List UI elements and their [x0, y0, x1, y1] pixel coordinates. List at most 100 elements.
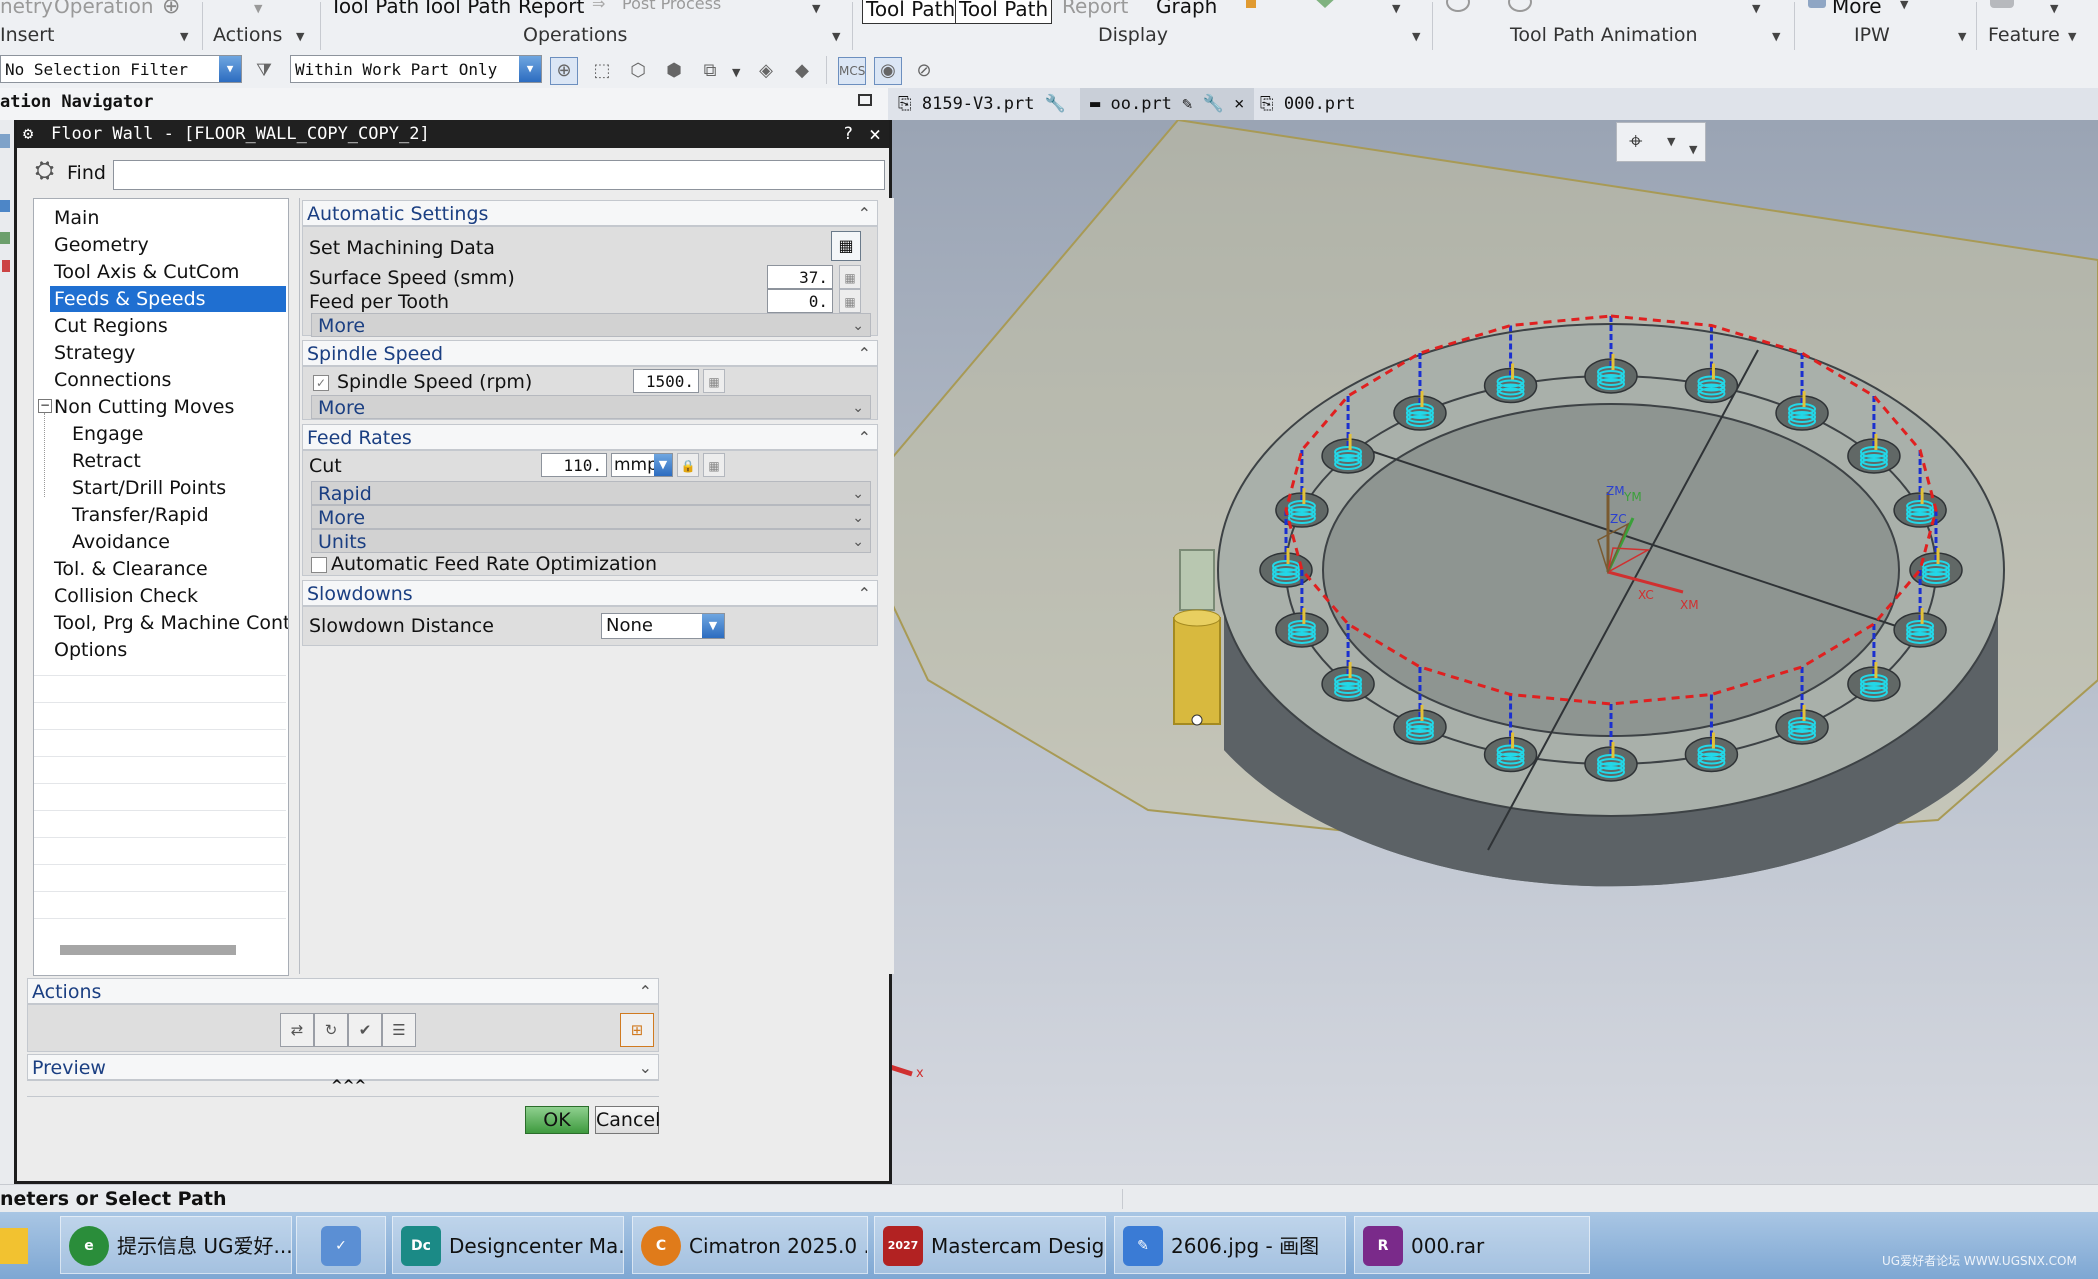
- ribbon-btn-graph[interactable]: Graph: [1156, 0, 1217, 18]
- chevron-down-icon[interactable]: ▼: [654, 454, 672, 476]
- folder-icon[interactable]: [0, 1228, 28, 1264]
- tool-icon[interactable]: [1246, 0, 1256, 8]
- chevron-down-icon[interactable]: ▼: [702, 614, 724, 638]
- select-box-icon[interactable]: ⬚: [588, 57, 616, 85]
- chevron-down-icon[interactable]: ▼: [1772, 30, 1780, 43]
- spindle-speed-checkbox[interactable]: ✓: [313, 375, 329, 391]
- chevron-down-icon[interactable]: ⌄: [852, 482, 864, 506]
- selection-filter-combo[interactable]: No Selection Filter ▼: [0, 55, 242, 83]
- ribbon-label-operation[interactable]: Operation: [54, 0, 154, 18]
- list-icon[interactable]: ☰: [382, 1013, 416, 1047]
- taskbar-item-cimatron[interactable]: C Cimatron 2025.0 ...: [632, 1216, 868, 1274]
- calculator-icon[interactable]: ▦: [839, 265, 861, 289]
- chevron-up-icon[interactable]: ⌃: [858, 581, 871, 607]
- calculator-icon[interactable]: ▦: [703, 453, 725, 477]
- doc-tab-active[interactable]: ▬ oo.prt ✎ 🔧 ×: [1080, 88, 1255, 120]
- cut-feed-input[interactable]: 110. 0000: [541, 453, 607, 499]
- cancel-button[interactable]: Cancel: [595, 1106, 660, 1134]
- tree-item-feeds-speeds[interactable]: Feeds & Speeds: [50, 286, 286, 312]
- taskbar-item-notes[interactable]: ✓: [296, 1216, 386, 1274]
- view-cube-icon[interactable]: ◆: [788, 57, 816, 85]
- chevron-down-icon[interactable]: ▼: [1752, 2, 1760, 15]
- calculator-icon[interactable]: ▦: [839, 289, 861, 313]
- doc-tab[interactable]: ⎘ 000.prt: [1250, 88, 1366, 120]
- section-actions[interactable]: Actions ⌃: [27, 978, 659, 1004]
- chevron-down-icon[interactable]: ▼: [1900, 0, 1908, 11]
- ribbon-btn-replay-tool-path[interactable]: Tool Path: [955, 0, 1053, 24]
- close-button[interactable]: ×: [869, 120, 881, 148]
- section-slowdowns[interactable]: Slowdowns ⌃: [302, 580, 878, 606]
- feed-per-tooth-input[interactable]: 0. 0183: [767, 289, 833, 335]
- feed-rates-units[interactable]: Units ⌄: [311, 529, 871, 553]
- tree-item-engage[interactable]: Engage: [72, 421, 144, 447]
- ribbon-btn-verify-tool-path[interactable]: Tool Path: [422, 0, 511, 18]
- surface-speed-input[interactable]: 37. 6991: [767, 265, 833, 311]
- section-preview[interactable]: Preview ⌄: [27, 1054, 659, 1080]
- chevron-down-icon[interactable]: ▼: [254, 2, 262, 15]
- auto-feed-optimization-checkbox[interactable]: [311, 557, 327, 573]
- taskbar-item-winrar[interactable]: R 000.rar: [1354, 1216, 1590, 1274]
- ribbon-btn-display-tool-path[interactable]: Tool Path: [862, 0, 960, 24]
- ok-button[interactable]: OK: [525, 1106, 589, 1134]
- maximize-icon[interactable]: [858, 94, 872, 106]
- help-button[interactable]: ?: [843, 120, 853, 148]
- machining-data-table-icon[interactable]: ▦: [831, 231, 861, 261]
- section-automatic-settings[interactable]: Automatic Settings ⌃: [302, 200, 878, 226]
- tree-item-collision-check[interactable]: Collision Check: [54, 583, 198, 609]
- verify-icon[interactable]: ✔: [348, 1013, 382, 1047]
- wrench-icon[interactable]: 🔧: [1045, 94, 1066, 114]
- select-polygon-icon[interactable]: ⬡: [624, 57, 652, 85]
- chevron-up-icon[interactable]: ⌃: [858, 341, 871, 367]
- filter-icon[interactable]: ⧩: [250, 57, 278, 85]
- ribbon-btn-more[interactable]: More: [1832, 0, 1882, 18]
- feed-rates-rapid[interactable]: Rapid ⌄: [311, 481, 871, 505]
- ribbon-btn-generate-tool-path[interactable]: Tool Path: [330, 0, 419, 18]
- ribbon-btn-report-dim[interactable]: Report: [1062, 0, 1128, 18]
- ribbon-label-geometry[interactable]: netry: [0, 0, 53, 18]
- section-feed-rates[interactable]: Feed Rates ⌃: [302, 424, 878, 450]
- chevron-down-icon[interactable]: ▼: [180, 30, 188, 43]
- section-spindle-speed[interactable]: Spindle Speed ⌃: [302, 340, 878, 366]
- navigator-icon[interactable]: [0, 200, 10, 212]
- tree-item-start-drill-points[interactable]: Start/Drill Points: [72, 475, 226, 501]
- ipw-icon[interactable]: [1808, 0, 1826, 8]
- expand-dialog-button[interactable]: ^^^: [331, 1078, 366, 1094]
- chevron-up-icon[interactable]: ⌃: [858, 425, 871, 451]
- cut-unit-select[interactable]: mmpr ▼: [611, 453, 673, 477]
- add-icon[interactable]: ⊕: [162, 0, 180, 19]
- chevron-down-icon[interactable]: ⌄: [852, 530, 864, 554]
- material-icon[interactable]: [1312, 0, 1338, 8]
- animation-stop-icon[interactable]: [1446, 0, 1470, 12]
- replay-icon[interactable]: ↻: [314, 1013, 348, 1047]
- tree-item-main[interactable]: Main: [54, 205, 99, 231]
- doc-tab[interactable]: ⎘ 8159-V3.prt 🔧: [888, 88, 1076, 120]
- chevron-down-icon[interactable]: ▼: [1958, 30, 1966, 43]
- tree-item-strategy[interactable]: Strategy: [54, 340, 135, 366]
- snap-point-icon[interactable]: ⊕: [550, 57, 578, 85]
- chevron-down-icon[interactable]: ▼: [219, 56, 241, 82]
- hide-icon[interactable]: ⊘: [910, 57, 938, 85]
- taskbar-item-paint[interactable]: ✎ 2606.jpg - 画图: [1114, 1216, 1346, 1274]
- taskbar-item-mastercam[interactable]: 2027 Mastercam Desig...: [874, 1216, 1106, 1274]
- chevron-down-icon[interactable]: ▼: [2068, 30, 2076, 43]
- chevron-up-icon[interactable]: ⌃: [639, 979, 652, 1005]
- chevron-down-icon[interactable]: ⌄: [852, 314, 864, 338]
- graphics-viewport[interactable]: ⌖ ▼ ▼ x ZM YM ZC XC XM: [888, 120, 2098, 1192]
- ribbon-btn-report[interactable]: Report: [518, 0, 584, 18]
- generate-icon[interactable]: ⇄: [280, 1013, 314, 1047]
- tree-item-tool-axis[interactable]: Tool Axis & CutCom: [54, 259, 239, 285]
- chevron-down-icon[interactable]: ▼: [1392, 2, 1400, 15]
- taskbar-item-designcenter[interactable]: Dc Designcenter Ma...: [392, 1216, 624, 1274]
- spindle-speed-more[interactable]: More ⌄: [311, 395, 871, 419]
- spindle-speed-input[interactable]: 1500. 000: [633, 369, 699, 415]
- tree-item-tol-clearance[interactable]: Tol. & Clearance: [54, 556, 208, 582]
- mcs-display-icon[interactable]: MCS: [838, 57, 866, 85]
- show-icon[interactable]: ◉: [874, 57, 902, 85]
- calculator-icon[interactable]: ▦: [703, 369, 725, 393]
- chevron-down-icon[interactable]: ▼: [519, 56, 541, 82]
- tree-item-geometry[interactable]: Geometry: [54, 232, 149, 258]
- find-input[interactable]: [113, 160, 885, 190]
- chevron-down-icon[interactable]: ▼: [2050, 2, 2058, 15]
- animation-play-icon[interactable]: [1508, 0, 1532, 12]
- edit-icon[interactable]: ✎: [1182, 94, 1192, 114]
